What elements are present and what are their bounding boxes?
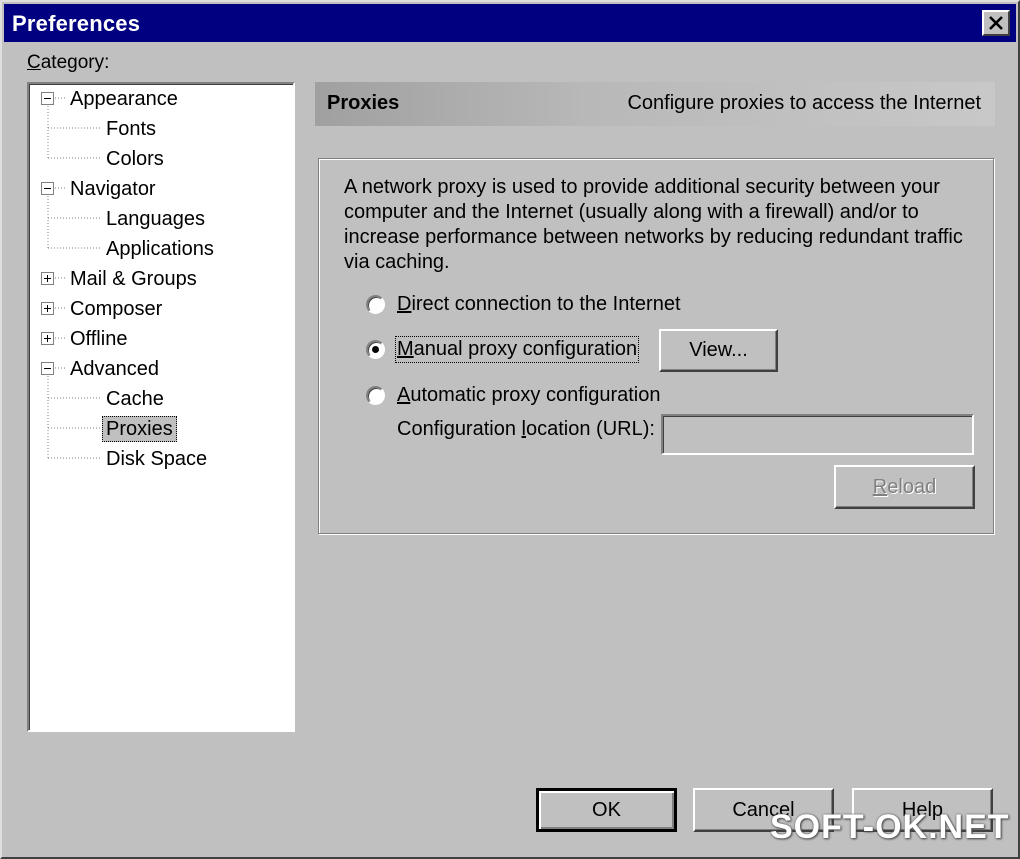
configuration-location-label: Configuration location (URL):: [397, 418, 655, 440]
tree-item-fonts[interactable]: Fonts: [103, 116, 159, 142]
tree-item-colors[interactable]: Colors: [103, 146, 167, 172]
tree-item-advanced[interactable]: Advanced: [67, 356, 162, 382]
radio-selected-dot: [372, 346, 379, 353]
expand-offline-icon[interactable]: [41, 332, 54, 345]
section-title: Proxies: [327, 92, 400, 114]
collapse-appearance-icon[interactable]: [41, 92, 54, 105]
expand-composer-icon[interactable]: [41, 302, 54, 315]
close-icon: [989, 16, 1003, 30]
title-bar[interactable]: Preferences: [4, 4, 1016, 42]
tree-item-proxies[interactable]: Proxies: [102, 416, 177, 442]
tree-item-appearance[interactable]: Appearance: [67, 86, 181, 112]
tree-item-offline[interactable]: Offline: [67, 326, 130, 352]
tree-item-composer[interactable]: Composer: [67, 296, 165, 322]
direct-connection-label[interactable]: Direct connection to the Internet: [397, 293, 681, 316]
ok-button[interactable]: OK: [536, 788, 677, 832]
category-tree[interactable]: Appearance Fonts Colors Navigator Langua…: [27, 82, 295, 732]
collapse-advanced-icon[interactable]: [41, 362, 54, 375]
tree-item-mail-groups[interactable]: Mail & Groups: [67, 266, 200, 292]
tree-item-cache[interactable]: Cache: [103, 386, 167, 412]
automatic-proxy-label[interactable]: Automatic proxy configuration: [397, 384, 660, 407]
automatic-proxy-radio[interactable]: [366, 386, 385, 405]
configuration-location-input[interactable]: [661, 414, 974, 455]
tree-item-navigator[interactable]: Navigator: [67, 176, 159, 202]
manual-proxy-radio[interactable]: [366, 340, 385, 359]
collapse-navigator-icon[interactable]: [41, 182, 54, 195]
expand-mail-groups-icon[interactable]: [41, 272, 54, 285]
close-button[interactable]: [982, 10, 1010, 36]
section-header: Proxies Configure proxies to access the …: [315, 82, 995, 126]
manual-proxy-label[interactable]: Manual proxy configuration: [394, 336, 640, 363]
reload-button[interactable]: Reload: [834, 465, 975, 509]
proxy-description: A network proxy is used to provide addit…: [344, 176, 963, 273]
direct-connection-radio[interactable]: [366, 295, 385, 314]
category-label: Category:: [27, 52, 110, 73]
tree-item-languages[interactable]: Languages: [103, 206, 208, 232]
watermark-text: SOFT-OK.NET: [770, 808, 1010, 846]
tree-item-disk-space[interactable]: Disk Space: [103, 446, 210, 472]
section-description: Configure proxies to access the Internet: [627, 92, 981, 114]
view-button[interactable]: View...: [659, 329, 778, 372]
window-title: Preferences: [12, 11, 141, 36]
tree-item-applications[interactable]: Applications: [103, 236, 217, 262]
